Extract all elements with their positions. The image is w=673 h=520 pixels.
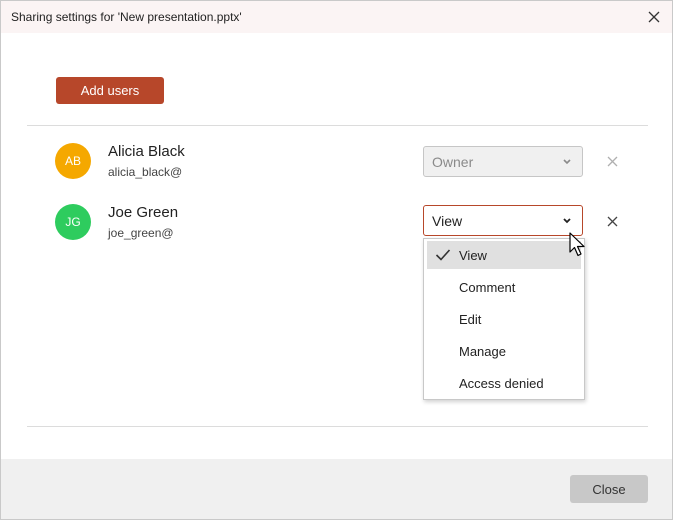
dropdown-option-edit[interactable]: Edit (427, 305, 581, 333)
permission-value: Owner (432, 153, 474, 170)
user-name: Joe Green (108, 204, 179, 221)
mouse-cursor-icon (569, 232, 585, 257)
dropdown-option-view[interactable]: View (427, 241, 581, 269)
avatar-initials: AB (64, 154, 81, 168)
dropdown-option-manage[interactable]: Manage (427, 337, 581, 365)
chevron-down-icon (563, 218, 571, 224)
user-row-alicia-black: AB Alicia Black alicia_black@ Owner (1, 143, 672, 191)
avatar: JG (55, 204, 91, 240)
dialog-title: Sharing settings for 'New presentation.p… (11, 10, 242, 24)
permission-select[interactable]: View (423, 205, 583, 236)
dropdown-option-label: Access denied (459, 375, 544, 391)
top-divider (27, 125, 648, 126)
remove-user-icon (602, 151, 622, 171)
user-name: Alicia Black (108, 143, 185, 160)
close-icon[interactable] (642, 5, 666, 29)
dropdown-option-access-denied[interactable]: Access denied (427, 369, 581, 397)
bottom-divider (27, 426, 648, 427)
dropdown-option-label: View (459, 247, 487, 263)
user-email: joe_green@ (108, 226, 174, 240)
dropdown-option-label: Manage (459, 343, 506, 359)
dropdown-option-label: Comment (459, 279, 516, 295)
chevron-down-icon (563, 159, 571, 165)
permission-dropdown-menu: View Comment Edit Manage Access denied (423, 238, 585, 400)
sharing-settings-dialog: Sharing settings for 'New presentation.p… (0, 0, 673, 520)
title-bar: Sharing settings for 'New presentation.p… (1, 1, 672, 33)
dropdown-option-label: Edit (459, 311, 482, 327)
checkmark-icon (435, 249, 451, 261)
permission-select-owner: Owner (423, 146, 583, 177)
avatar: AB (55, 143, 91, 179)
permission-value: View (432, 212, 463, 229)
dropdown-option-comment[interactable]: Comment (427, 273, 581, 301)
close-button[interactable]: Close (570, 475, 648, 503)
add-users-button[interactable]: Add users (56, 77, 164, 104)
avatar-initials: JG (65, 215, 81, 229)
remove-user-icon[interactable] (602, 211, 622, 231)
user-email: alicia_black@ (108, 165, 183, 179)
